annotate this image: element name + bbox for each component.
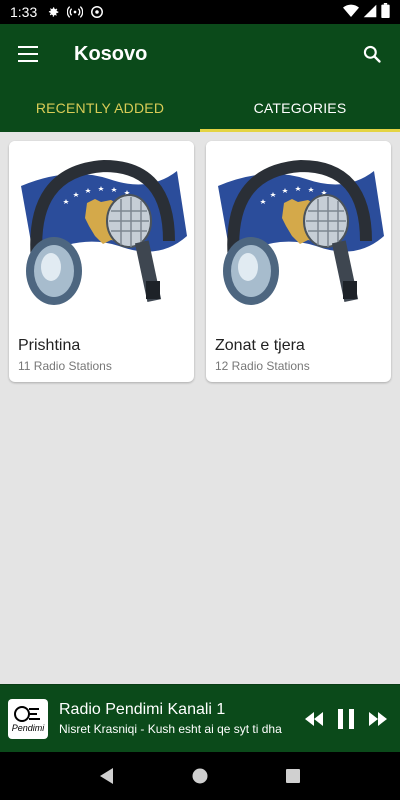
category-card-prishtina[interactable]: Prishtina 11 Radio Stations [9,141,194,382]
category-name: Zonat e tjera [215,337,305,354]
tab-categories[interactable]: CATEGORIES [200,84,400,132]
page-title: Kosovo [74,42,148,65]
status-bar: 1:33 [0,0,400,24]
kosovo-radio-artwork [9,141,194,321]
fast-forward-button[interactable] [362,699,394,739]
tab-recently-added[interactable]: RECENTLY ADDED [0,84,200,132]
category-count: 12 Radio Stations [215,359,310,373]
station-logo-text: Pendimi [11,722,45,733]
station-name: Radio Pendimi Kanali 1 [59,701,226,718]
back-button[interactable] [87,756,127,796]
signal-icon [363,4,377,21]
category-grid: Prishtina 11 Radio Stations Zonat e tjer… [9,141,391,382]
search-icon [363,45,381,63]
now-playing-bar[interactable]: Pendimi Radio Pendimi Kanali 1 Nisret Kr… [0,684,400,752]
track-title: Nisret Krasniqi - Kush esht ai qe syt ti… [59,722,282,736]
search-button[interactable] [348,24,396,84]
screen: 1:33 Kosovo RECENTLY ADDED CATEGORIES Pr… [0,0,400,800]
rewind-icon [305,711,323,726]
station-logo-icon [14,705,40,722]
pause-icon [338,708,354,729]
home-button[interactable] [180,756,220,796]
tab-bar: RECENTLY ADDED CATEGORIES [0,84,400,132]
status-right-icons [343,3,390,21]
app-bar: Kosovo [0,24,400,84]
hamburger-menu-icon [18,46,38,62]
rewind-button[interactable] [298,699,330,739]
now-playing-info: Radio Pendimi Kanali 1 Nisret Krasniqi -… [59,701,298,736]
home-circle-icon [192,768,208,784]
kosovo-radio-artwork [206,141,391,321]
category-list: Prishtina 11 Radio Stations Zonat e tjer… [0,132,400,684]
category-card-zonat-e-tjera[interactable]: Zonat e tjera 12 Radio Stations [206,141,391,382]
menu-button[interactable] [0,24,56,84]
gear-icon [45,4,61,20]
system-nav-bar [0,752,400,800]
pause-button[interactable] [330,699,362,739]
recents-square-icon [286,769,301,783]
station-logo: Pendimi [8,698,48,739]
category-count: 11 Radio Stations [18,359,112,373]
wifi-icon [343,4,359,21]
fast-forward-icon [369,711,387,726]
broadcast-icon [67,4,84,20]
status-time: 1:33 [10,4,38,20]
at-icon [89,4,105,20]
recents-button[interactable] [273,756,313,796]
category-name: Prishtina [18,337,81,354]
battery-icon [381,3,390,21]
back-triangle-icon [99,768,113,784]
